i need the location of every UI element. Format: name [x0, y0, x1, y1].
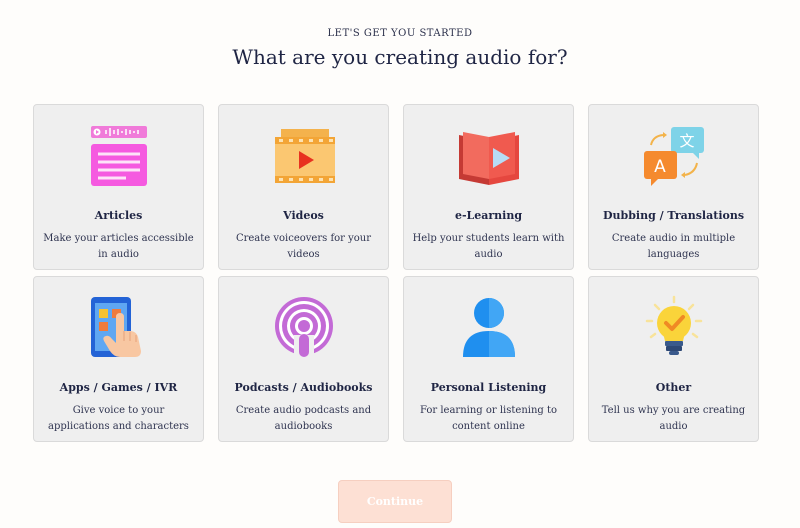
options-grid: Articles Make your articles accessible i… [33, 104, 759, 442]
card-title: Apps / Games / IVR [59, 381, 178, 394]
card-description: Give voice to your applications and char… [48, 405, 189, 432]
card-title: Personal Listening [430, 381, 547, 394]
continue-button[interactable]: Continue [338, 480, 452, 523]
lightbulb-icon [641, 295, 707, 361]
card-description: Make your articles accessible in audio [43, 233, 194, 260]
card-description: Create voiceovers for your videos [235, 233, 372, 260]
option-card-personal[interactable]: Personal Listening For learning or liste… [403, 276, 574, 442]
eyebrow-text: LET'S GET YOU STARTED [327, 28, 473, 39]
mobile-tap-icon [86, 295, 152, 361]
svg-text:文: 文 [679, 132, 694, 150]
svg-text:A: A [654, 157, 666, 177]
translate-icon: 文 A [641, 123, 707, 189]
person-icon [456, 295, 522, 361]
card-title: Dubbing / Translations [602, 209, 745, 222]
card-title: Other [655, 381, 692, 394]
article-icon [86, 123, 152, 189]
card-description: Tell us why you are creating audio [601, 405, 746, 432]
video-icon [271, 123, 337, 189]
card-description: Help your students learn with audio [412, 233, 565, 260]
card-description: Create audio podcasts and audiobooks [235, 405, 372, 432]
option-card-other[interactable]: Other Tell us why you are creating audio [588, 276, 759, 442]
card-title: Podcasts / Audiobooks [234, 381, 373, 394]
card-title: Videos [283, 209, 324, 222]
option-card-articles[interactable]: Articles Make your articles accessible i… [33, 104, 204, 270]
card-description: For learning or listening to content onl… [419, 405, 558, 432]
card-description: Create audio in multiple languages [611, 233, 736, 260]
podcast-icon [271, 295, 337, 361]
option-card-dubbing[interactable]: 文 A Dubbing / Translations Create audio … [588, 104, 759, 270]
option-card-apps[interactable]: Apps / Games / IVR Give voice to your ap… [33, 276, 204, 442]
page-title: What are you creating audio for? [232, 45, 568, 69]
option-card-videos[interactable]: Videos Create voiceovers for your videos [218, 104, 389, 270]
card-title: Articles [94, 209, 143, 222]
option-card-podcasts[interactable]: Podcasts / Audiobooks Create audio podca… [218, 276, 389, 442]
book-icon [456, 123, 522, 189]
card-title: e-Learning [454, 209, 523, 222]
option-card-elearning[interactable]: e-Learning Help your students learn with… [403, 104, 574, 270]
